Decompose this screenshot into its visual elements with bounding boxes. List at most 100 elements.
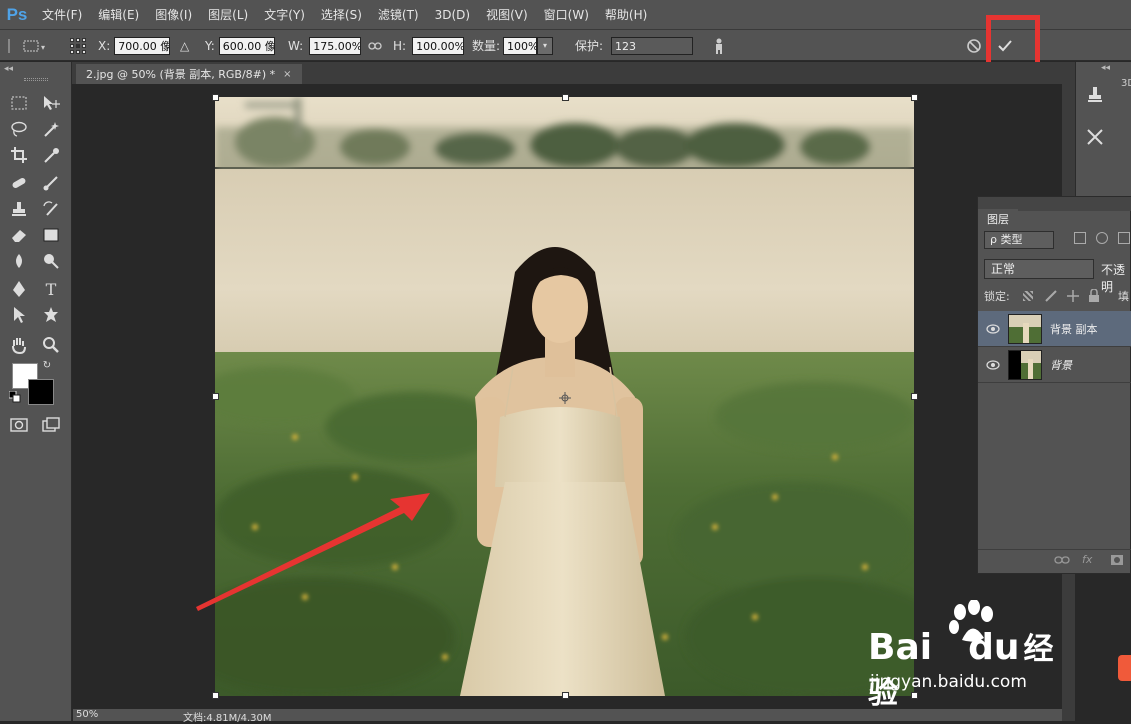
layer-thumbnail — [1008, 349, 1042, 380]
transform-tool-icon: ▾ — [8, 38, 45, 53]
add-mask-icon[interactable] — [1110, 554, 1124, 566]
dodge-tool-icon[interactable] — [40, 250, 62, 272]
crop-tool-icon[interactable] — [8, 144, 30, 166]
right-panel-dock: ◂◂ 3D — [1075, 62, 1131, 202]
menu-type[interactable]: 文字(Y) — [256, 6, 313, 23]
zoom-tool-icon[interactable] — [40, 334, 62, 356]
move-tool-icon[interactable] — [40, 92, 62, 114]
relative-positioning-icon[interactable]: △ — [180, 39, 189, 53]
menu-file[interactable]: 文件(F) — [34, 6, 90, 23]
lock-all-icon[interactable] — [1088, 288, 1100, 303]
marquee-tool-icon[interactable] — [8, 92, 30, 114]
reference-point-locator[interactable] — [68, 30, 88, 61]
transform-handle-top-left[interactable] — [212, 94, 219, 101]
amount-field[interactable]: 100% — [503, 36, 538, 55]
link-icon[interactable] — [368, 41, 382, 51]
magic-wand-tool-icon[interactable] — [40, 118, 62, 140]
blur-tool-icon[interactable] — [8, 250, 30, 272]
transform-handle-bottom-left[interactable] — [212, 692, 219, 699]
document-tab-bar: 2.jpg @ 50% (背景 副本, RGB/8#) * × — [72, 62, 1062, 84]
zoom-level[interactable]: 50% — [76, 709, 98, 720]
filter-adjustment-icon[interactable] — [1096, 232, 1108, 244]
cancel-transform-icon[interactable] — [966, 38, 982, 54]
document-tab[interactable]: 2.jpg @ 50% (背景 副本, RGB/8#) * × — [76, 64, 302, 84]
brush-tool-icon[interactable] — [40, 172, 62, 194]
amount-dropdown-icon[interactable]: ▾ — [537, 36, 554, 55]
menu-window[interactable]: 窗口(W) — [536, 6, 597, 23]
background-color-swatch[interactable] — [28, 379, 54, 405]
photoshop-logo: Ps — [6, 4, 28, 24]
transform-handle-top-right[interactable] — [911, 94, 918, 101]
menu-filter[interactable]: 滤镜(T) — [370, 6, 427, 23]
layer-style-fx-icon[interactable]: fx — [1082, 553, 1098, 569]
layers-panel: 图层 ρ 类型 正常 不透明 锁定: 填 背景 副本 背景 fx — [977, 196, 1131, 574]
visibility-eye-icon[interactable] — [978, 359, 1008, 370]
screen-mode-icon[interactable] — [40, 414, 62, 436]
lock-move-icon[interactable] — [1066, 289, 1080, 303]
layer-name[interactable]: 背景 副本 — [1050, 321, 1098, 337]
lock-transparent-icon[interactable] — [1023, 291, 1033, 301]
visibility-eye-icon[interactable] — [978, 323, 1008, 334]
menu-layer[interactable]: 图层(L) — [200, 6, 256, 23]
document-tab-title: 2.jpg @ 50% (背景 副本, RGB/8#) * — [86, 68, 276, 81]
toolbar-grip[interactable] — [24, 78, 48, 81]
options-bar: ▾ X: 700.00 像 △ Y: 600.00 像 W: 175.00% H… — [0, 29, 1131, 61]
close-tab-icon[interactable]: × — [283, 69, 291, 80]
watermark-bai: Bai — [868, 627, 933, 668]
hand-tool-icon[interactable] — [8, 334, 30, 356]
side-feedback-tab[interactable] — [1118, 655, 1131, 681]
layer-thumbnail — [1008, 313, 1042, 344]
filter-type-icon[interactable] — [1118, 232, 1130, 244]
eraser-tool-icon[interactable] — [8, 224, 30, 246]
collapse-toolbar-icon[interactable]: ◂◂ — [4, 64, 13, 74]
menu-help[interactable]: 帮助(H) — [597, 6, 655, 23]
blend-mode-select[interactable]: 正常 — [984, 259, 1094, 279]
panel-3d-label[interactable]: 3D — [1121, 78, 1131, 89]
transform-handle-middle-left[interactable] — [212, 393, 219, 400]
custom-shape-tool-icon[interactable] — [40, 304, 62, 326]
menu-view[interactable]: 视图(V) — [478, 6, 536, 23]
tool-presets-icon[interactable] — [1084, 126, 1106, 148]
menu-edit[interactable]: 编辑(E) — [90, 6, 147, 23]
history-brush-tool-icon[interactable] — [40, 198, 62, 220]
menu-select[interactable]: 选择(S) — [313, 6, 370, 23]
menu-image[interactable]: 图像(I) — [147, 6, 200, 23]
pen-tool-icon[interactable] — [8, 278, 30, 300]
filter-pixel-icon[interactable] — [1074, 232, 1086, 244]
layer-row-background-copy[interactable]: 背景 副本 — [978, 311, 1131, 347]
document-info[interactable]: 文档:4.81M/4.30M — [183, 709, 272, 724]
default-colors-icon[interactable] — [8, 390, 22, 404]
width-scale-field[interactable]: 175.00% — [309, 36, 362, 55]
svg-text:▾: ▾ — [41, 43, 45, 52]
collapse-dock-icon[interactable]: ◂◂ — [1101, 63, 1110, 73]
layer-row-background[interactable]: 背景 — [978, 347, 1131, 383]
height-scale-field[interactable]: 100.00% — [412, 36, 465, 55]
path-selection-tool-icon[interactable] — [8, 304, 30, 326]
clone-stamp-tool-icon[interactable] — [8, 198, 30, 220]
transform-handle-middle-right[interactable] — [911, 393, 918, 400]
healing-brush-tool-icon[interactable] — [8, 172, 30, 194]
y-position-field[interactable]: 600.00 像 — [218, 36, 275, 55]
type-tool-icon[interactable]: T — [40, 278, 62, 300]
transform-handle-top-center[interactable] — [562, 94, 569, 101]
menu-3d[interactable]: 3D(D) — [427, 8, 478, 22]
y-label: Y: — [205, 38, 215, 53]
link-layers-icon[interactable] — [1054, 554, 1070, 568]
quick-mask-icon[interactable] — [8, 414, 30, 436]
protect-skin-tones-icon[interactable] — [712, 38, 726, 54]
layer-filter-select[interactable]: ρ 类型 — [984, 231, 1054, 249]
x-position-field[interactable]: 700.00 像 — [114, 36, 171, 55]
gradient-tool-icon[interactable] — [40, 224, 62, 246]
x-label: X: — [98, 38, 111, 53]
layers-tab[interactable]: 图层 — [978, 209, 1018, 229]
options-grip: ▾ — [6, 30, 46, 61]
protect-select[interactable]: 123 — [611, 36, 694, 55]
eyedropper-tool-icon[interactable] — [40, 144, 62, 166]
layer-name[interactable]: 背景 — [1050, 357, 1072, 373]
lock-brush-icon[interactable] — [1044, 289, 1058, 303]
transform-handle-bottom-center[interactable] — [562, 692, 569, 699]
lasso-tool-icon[interactable] — [8, 118, 30, 140]
h-label: H: — [393, 38, 407, 53]
clone-source-icon[interactable] — [1084, 84, 1106, 106]
swap-colors-icon[interactable]: ↻ — [40, 358, 54, 372]
